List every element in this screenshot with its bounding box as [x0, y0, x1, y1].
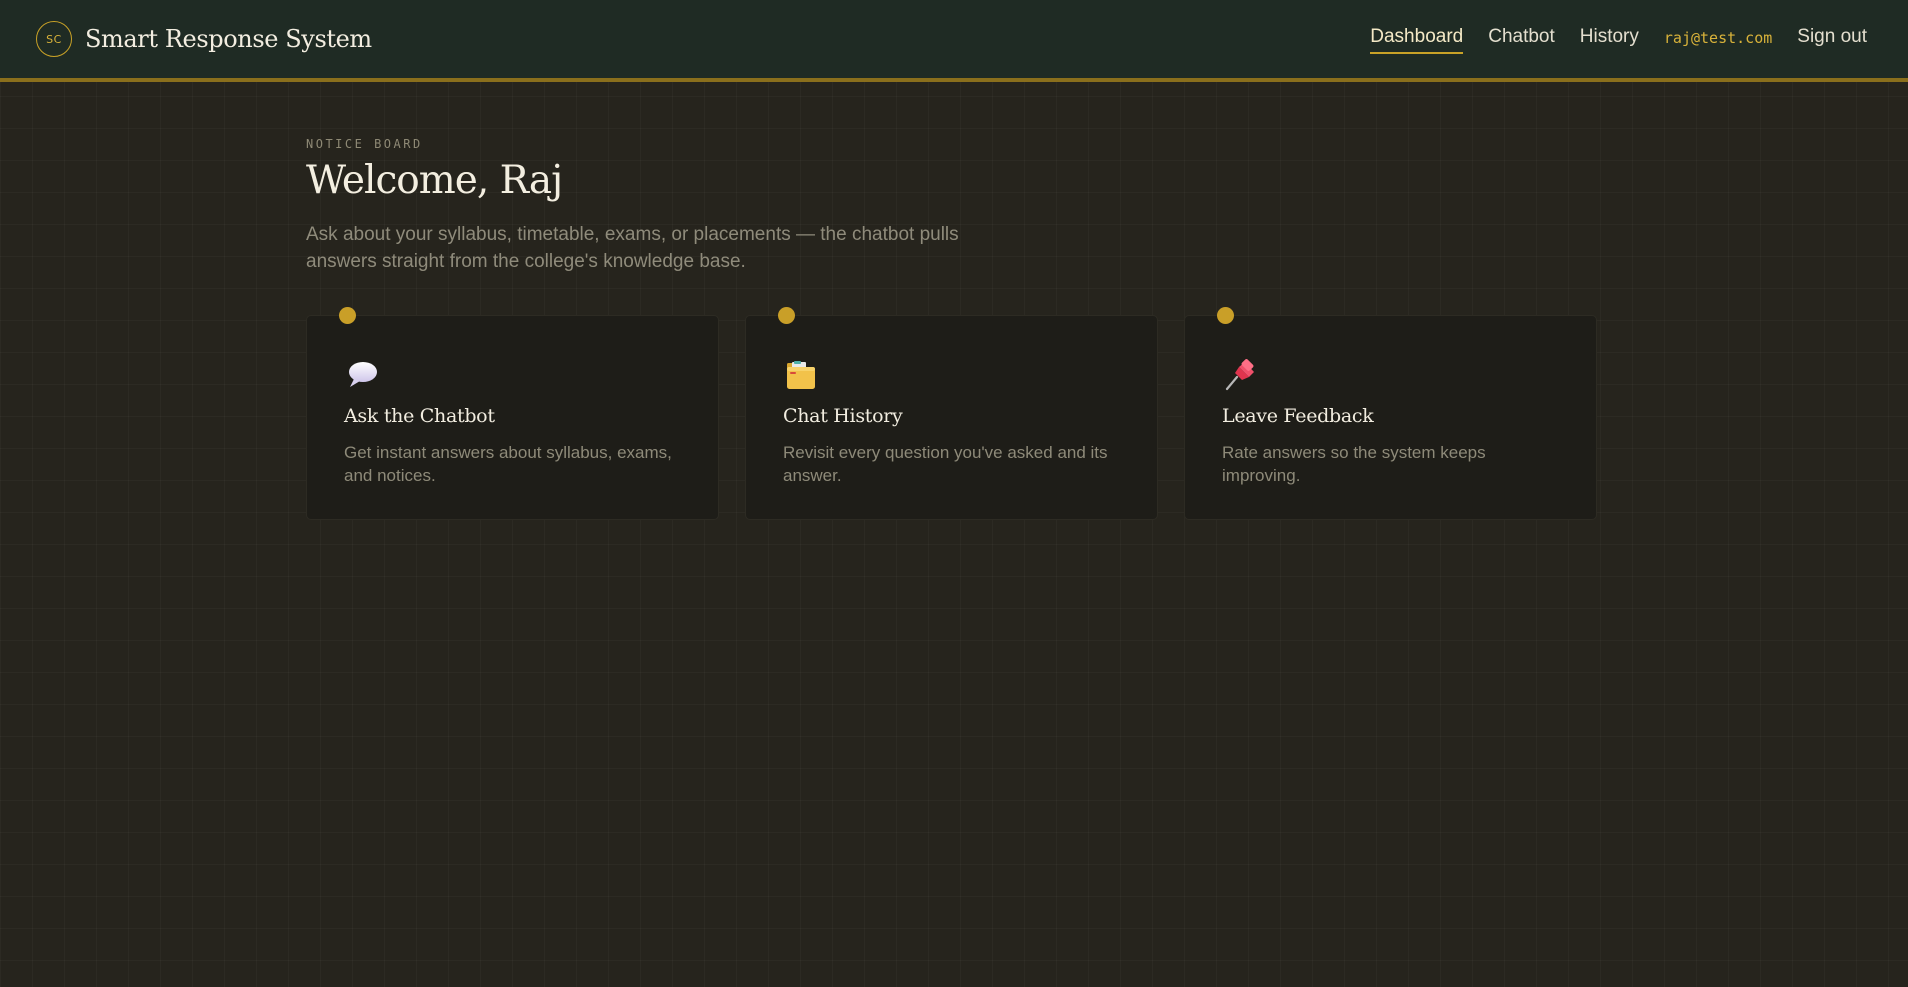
pin-dot	[339, 307, 356, 324]
card-chat-history[interactable]: Chat History Revisit every question you'…	[745, 307, 1158, 520]
nav-chatbot[interactable]: Chatbot	[1488, 26, 1555, 54]
nav-history[interactable]: History	[1580, 26, 1639, 54]
speech-bubble-icon	[345, 358, 379, 392]
intro-text: Ask about your syllabus, timetable, exam…	[306, 224, 959, 272]
section-kicker: NOTICE BOARD	[306, 137, 423, 151]
brand-logo: SC	[36, 21, 72, 57]
feature-cards: Ask the Chatbot Get instant answers abou…	[306, 307, 1597, 520]
nav-dashboard[interactable]: Dashboard	[1370, 26, 1464, 54]
dashboard-main: NOTICE BOARD Welcome, Raj Ask about your…	[306, 137, 1597, 520]
main-nav: Dashboard Chatbot History raj@test.com S…	[1345, 26, 1867, 54]
app-title: Smart Response System	[85, 25, 372, 53]
top-navbar: SC Smart Response System Dashboard Chatb…	[0, 0, 1908, 82]
card-ask-chatbot[interactable]: Ask the Chatbot Get instant answers abou…	[306, 307, 719, 520]
card-leave-feedback[interactable]: Leave Feedback Rate answers so the syste…	[1184, 307, 1597, 520]
brand[interactable]: SC Smart Response System	[36, 21, 372, 57]
pin-dot	[1217, 307, 1234, 324]
card-title: Chat History	[783, 405, 903, 427]
card-title: Leave Feedback	[1222, 405, 1374, 427]
card-description: Revisit every question you've asked and …	[783, 443, 1108, 485]
pushpin-icon	[1223, 358, 1257, 392]
card-title: Ask the Chatbot	[344, 405, 495, 427]
sign-out-link[interactable]: Sign out	[1797, 26, 1867, 54]
pin-dot	[778, 307, 795, 324]
user-email: raj@test.com	[1663, 29, 1773, 47]
card-description: Get instant answers about syllabus, exam…	[344, 443, 672, 485]
card-description: Rate answers so the system keeps improvi…	[1222, 443, 1486, 485]
folder-icon	[784, 358, 818, 392]
welcome-heading: Welcome, Raj	[306, 158, 563, 203]
